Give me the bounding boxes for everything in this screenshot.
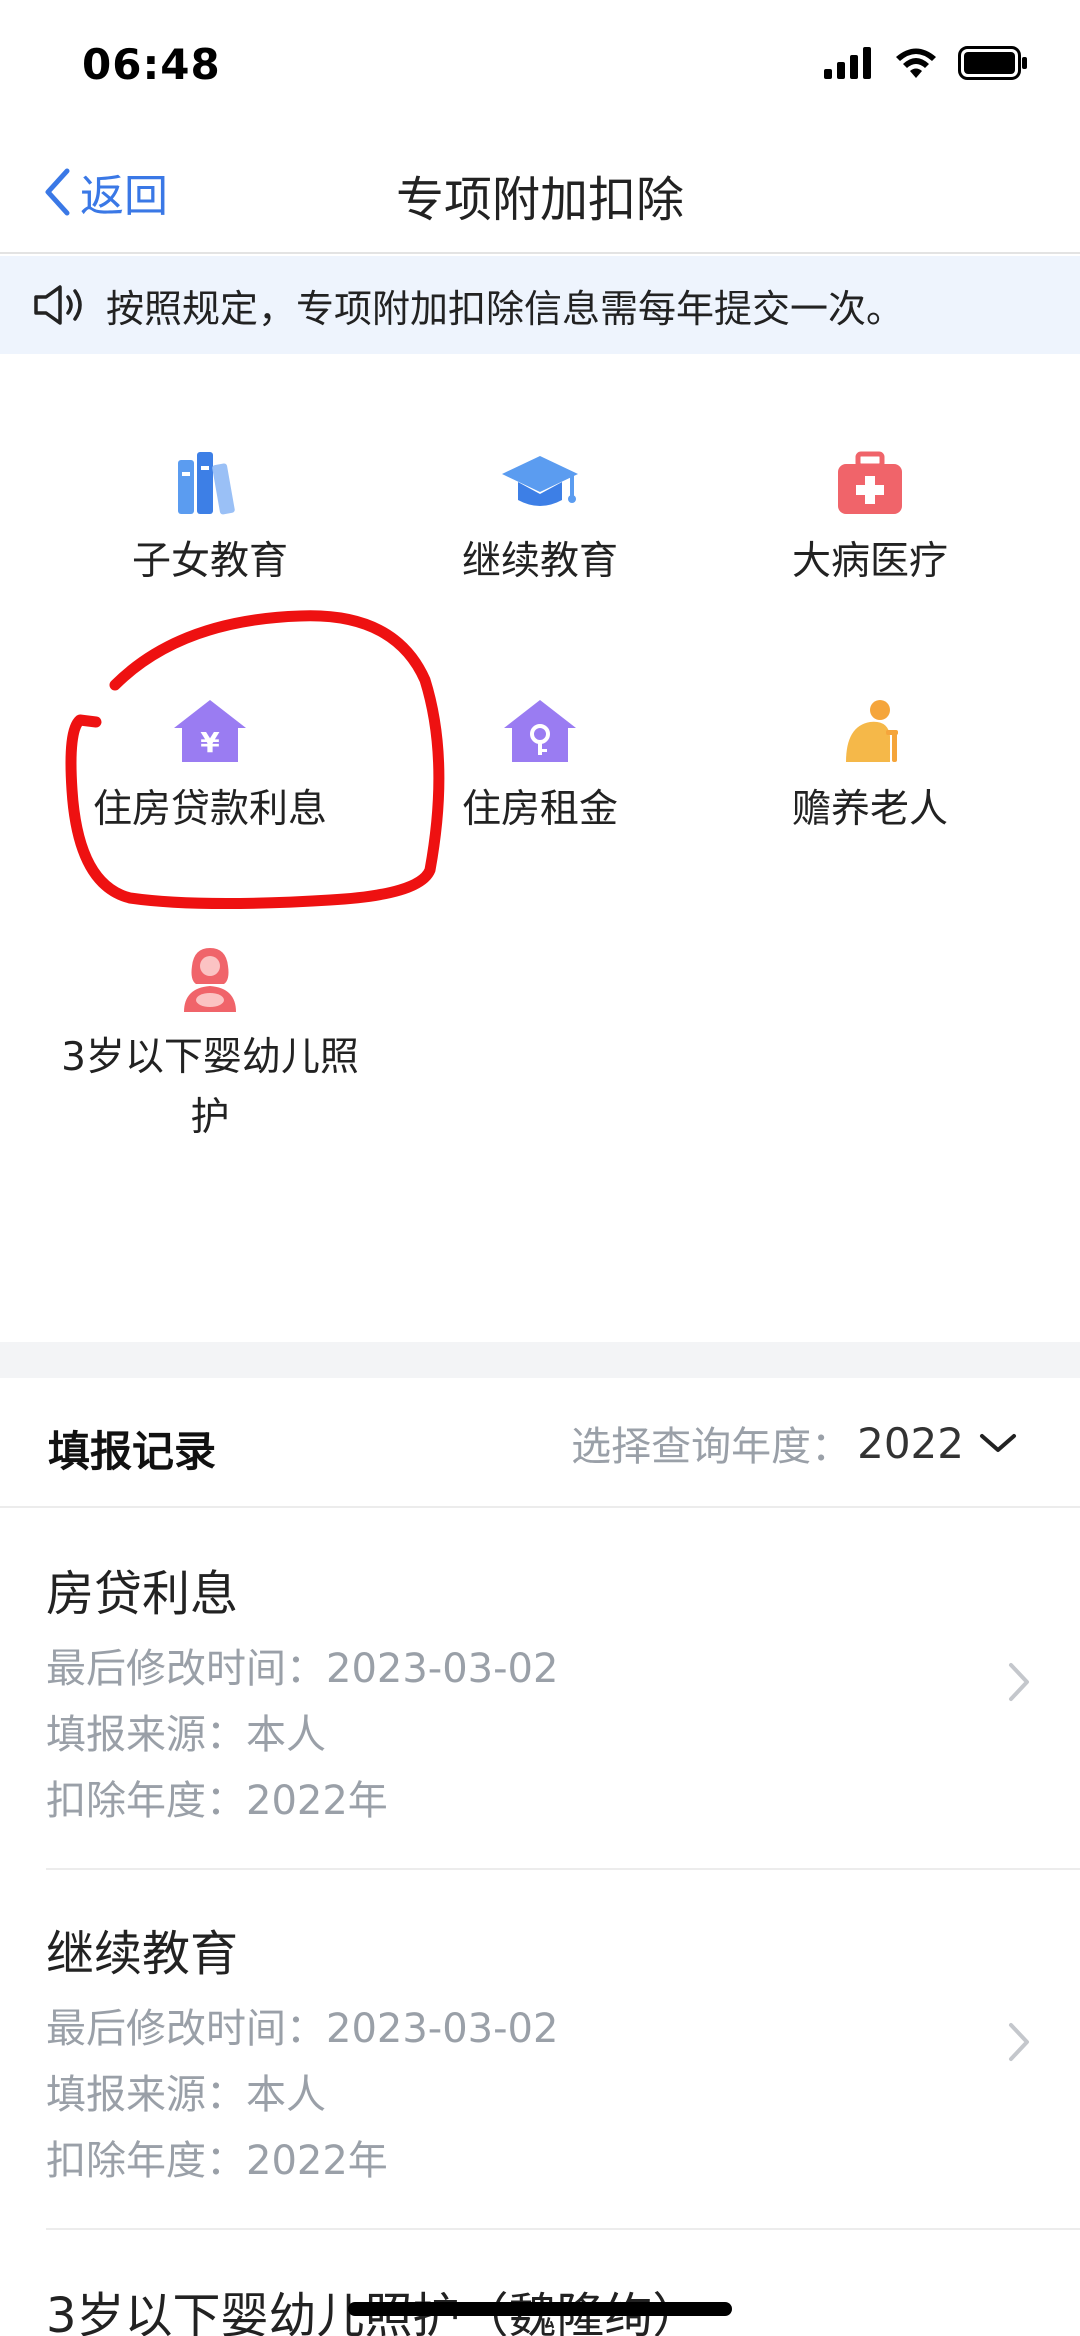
category-housing-rent[interactable]: 住房租金 <box>390 696 690 840</box>
record-title: 继续教育 <box>46 1926 239 1982</box>
category-infant-care[interactable]: 3岁以下婴幼儿照 护 <box>60 944 360 1148</box>
record-item-continuing-education[interactable]: 继续教育 最后修改时间：2023-03-02 填报来源：本人 扣除年度：2022… <box>0 1870 1080 2230</box>
category-label: 住房租金 <box>461 787 618 832</box>
category-label: 大病医疗 <box>791 539 948 584</box>
category-label-line2: 护 <box>190 1095 230 1140</box>
records-header: 填报记录 选择查询年度： 2022 <box>0 1378 1080 1508</box>
year-select[interactable]: 选择查询年度： 2022 <box>571 1414 1020 1472</box>
cellular-signal-icon <box>824 47 871 79</box>
notice-text: 按照规定，专项附加扣除信息需每年提交一次。 <box>106 286 905 331</box>
category-continuing-education[interactable]: 继续教育 <box>390 448 690 592</box>
record-title: 房贷利息 <box>46 1566 239 1622</box>
status-icons <box>824 46 1028 80</box>
chevron-right-icon <box>1009 2023 1029 2061</box>
category-label: 继续教育 <box>461 539 618 584</box>
record-source: 填报来源：本人 <box>46 2072 326 2118</box>
category-serious-illness[interactable]: 大病医疗 <box>720 448 1020 592</box>
record-source: 填报来源：本人 <box>46 1712 326 1758</box>
page-title: 专项附加扣除 <box>395 172 684 228</box>
notice-bar: 按照规定，专项附加扣除信息需每年提交一次。 <box>0 256 1080 354</box>
record-year: 扣除年度：2022年 <box>46 1778 388 1824</box>
year-select-label: 选择查询年度： <box>571 1424 852 1470</box>
record-modified-time: 最后修改时间：2023-03-02 <box>46 2006 559 2052</box>
record-year: 扣除年度：2022年 <box>46 2138 388 2184</box>
records-title: 填报记录 <box>48 1427 217 1476</box>
category-label: 赡养老人 <box>791 787 948 832</box>
record-item-housing-loan[interactable]: 房贷利息 最后修改时间：2023-03-02 填报来源：本人 扣除年度：2022… <box>0 1510 1080 1870</box>
section-divider <box>0 1342 1080 1378</box>
navigation-bar: 返回 专项附加扣除 <box>0 130 1080 254</box>
app-screen: 06:48 返回 专项附加扣除 按照规定，专项附加扣除信息需每年提交一次。 子女… <box>0 0 1080 2336</box>
elderly-person-icon <box>846 700 898 762</box>
category-label: 子女教育 <box>131 539 288 584</box>
svg-text:¥: ¥ <box>200 726 220 759</box>
status-time: 06:48 <box>82 40 221 89</box>
category-label: 3岁以下婴幼儿照 护 <box>60 1028 360 1148</box>
chevron-right-icon <box>1009 1663 1029 1701</box>
year-select-value: 2022 <box>857 1418 964 1468</box>
house-key-icon <box>504 700 576 762</box>
record-item-infant-care[interactable]: 3岁以下婴幼儿照护（魏隆绚） <box>0 2230 1080 2336</box>
mother-baby-icon <box>184 948 236 1012</box>
chevron-down-icon <box>980 1434 1016 1452</box>
home-indicator[interactable] <box>348 2302 732 2316</box>
battery-icon <box>958 46 1027 80</box>
record-modified-time: 最后修改时间：2023-03-02 <box>46 1646 559 1692</box>
category-housing-loan-interest[interactable]: ¥ 住房贷款利息 <box>60 696 360 840</box>
category-elderly-support[interactable]: 赡养老人 <box>720 696 1020 840</box>
status-bar: 06:48 <box>0 0 1080 130</box>
category-label-line1: 3岁以下婴幼儿照 <box>61 1035 359 1080</box>
graduation-cap-icon <box>502 456 578 506</box>
house-yuan-icon: ¥ <box>174 700 246 762</box>
speaker-icon <box>34 285 82 325</box>
wifi-icon <box>896 48 936 78</box>
category-label: 住房贷款利息 <box>92 787 327 832</box>
books-icon <box>178 452 235 515</box>
first-aid-kit-icon <box>838 451 902 514</box>
category-children-education[interactable]: 子女教育 <box>60 448 360 592</box>
